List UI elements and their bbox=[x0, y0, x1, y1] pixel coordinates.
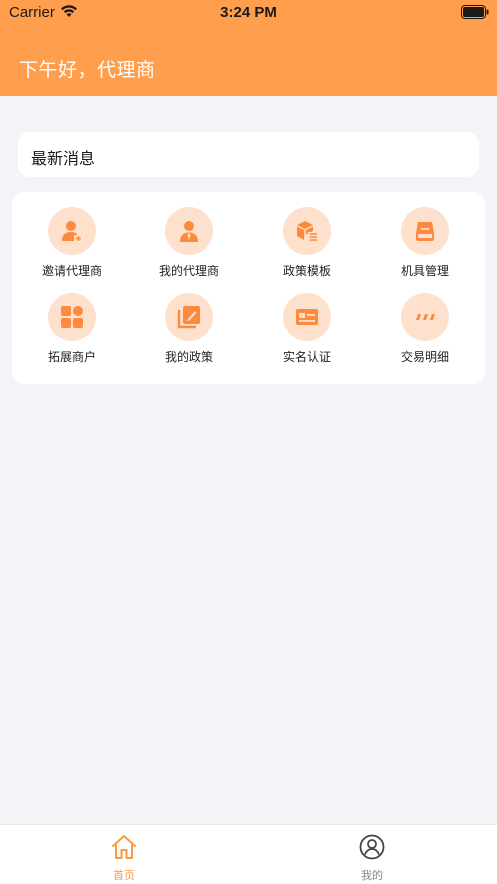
grid-item-label: 交易明细 bbox=[400, 350, 449, 364]
device-management-icon bbox=[416, 222, 434, 241]
transaction-details-icon bbox=[416, 314, 435, 320]
grid-item-my-policy[interactable]: 我的政策 bbox=[130, 293, 248, 373]
my-policy-icon bbox=[177, 306, 200, 329]
grid-item-invite-agent[interactable]: 邀请代理商 bbox=[13, 207, 131, 287]
latest-news-title: 最新消息 bbox=[31, 149, 96, 168]
battery-icon bbox=[461, 5, 489, 19]
grid-item-label: 机具管理 bbox=[400, 264, 449, 278]
grid-item-real-name-auth[interactable]: 实名认证 bbox=[248, 293, 366, 373]
greeting-title: 下午好，代理商 bbox=[19, 59, 156, 81]
status-time: 3:24 PM bbox=[220, 4, 277, 21]
grid-item-my-agent[interactable]: 我的代理商 bbox=[130, 207, 248, 287]
real-name-auth-icon bbox=[296, 309, 318, 325]
my-agent-icon bbox=[180, 221, 198, 242]
tab-home-label: 首页 bbox=[113, 869, 135, 882]
grid-item-policy-template[interactable]: 政策模板 bbox=[248, 207, 366, 287]
status-bar: Carrier 3:24 PM bbox=[0, 0, 497, 26]
grid-item-label: 实名认证 bbox=[282, 350, 331, 364]
grid-item-label: 我的政策 bbox=[164, 350, 213, 364]
latest-news-card[interactable]: 最新消息 bbox=[18, 132, 479, 177]
tab-profile[interactable]: 我的 bbox=[248, 825, 496, 884]
tab-home[interactable]: 首页 bbox=[0, 825, 248, 884]
grid-item-label: 拓展商户 bbox=[47, 350, 96, 364]
grid-item-transaction-details[interactable]: 交易明细 bbox=[366, 293, 484, 373]
grid-item-expand-merchant[interactable]: 拓展商户 bbox=[13, 293, 131, 373]
profile-icon bbox=[359, 834, 385, 860]
grid-item-label: 我的代理商 bbox=[158, 264, 219, 278]
grid-item-label: 政策模板 bbox=[282, 264, 331, 278]
tab-profile-label: 我的 bbox=[361, 869, 383, 882]
function-grid: 邀请代理商 我的代理商 政策模板 机具管理 拓展商户 我的政策 实名认证 交易明… bbox=[12, 192, 485, 384]
policy-template-icon bbox=[297, 221, 318, 242]
invite-agent-icon bbox=[62, 221, 83, 242]
header-bar: Carrier 3:24 PM 下午好，代理商 bbox=[0, 0, 497, 96]
grid-item-label: 邀请代理商 bbox=[41, 264, 102, 278]
grid-item-device-management[interactable]: 机具管理 bbox=[366, 207, 484, 287]
expand-merchant-icon bbox=[61, 306, 83, 328]
tab-bar: 首页 我的 bbox=[0, 824, 497, 884]
home-icon bbox=[112, 835, 136, 859]
